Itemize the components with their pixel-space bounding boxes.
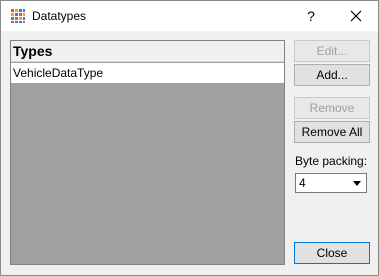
byte-packing-value: 4 bbox=[299, 176, 306, 190]
remove-all-button[interactable]: Remove All bbox=[294, 121, 370, 143]
add-button[interactable]: Add... bbox=[294, 64, 370, 86]
datatypes-dialog: Datatypes ? Types VehicleDataType Edit..… bbox=[0, 0, 379, 276]
remove-button[interactable]: Remove bbox=[294, 97, 370, 119]
edit-button[interactable]: Edit... bbox=[294, 40, 370, 62]
close-button[interactable]: Close bbox=[294, 242, 370, 264]
grid-icon bbox=[11, 9, 25, 23]
byte-packing-label: Byte packing: bbox=[295, 154, 368, 168]
list-item[interactable]: VehicleDataType bbox=[11, 63, 284, 83]
byte-packing-select[interactable]: 4 bbox=[295, 173, 367, 193]
help-button[interactable]: ? bbox=[296, 4, 326, 28]
close-icon[interactable] bbox=[341, 4, 371, 28]
chevron-down-icon[interactable] bbox=[349, 175, 365, 191]
types-column-header[interactable]: Types bbox=[11, 41, 284, 62]
title-bar: Datatypes ? bbox=[1, 1, 378, 31]
types-list[interactable]: Types VehicleDataType bbox=[10, 40, 285, 265]
window-title: Datatypes bbox=[32, 9, 87, 23]
